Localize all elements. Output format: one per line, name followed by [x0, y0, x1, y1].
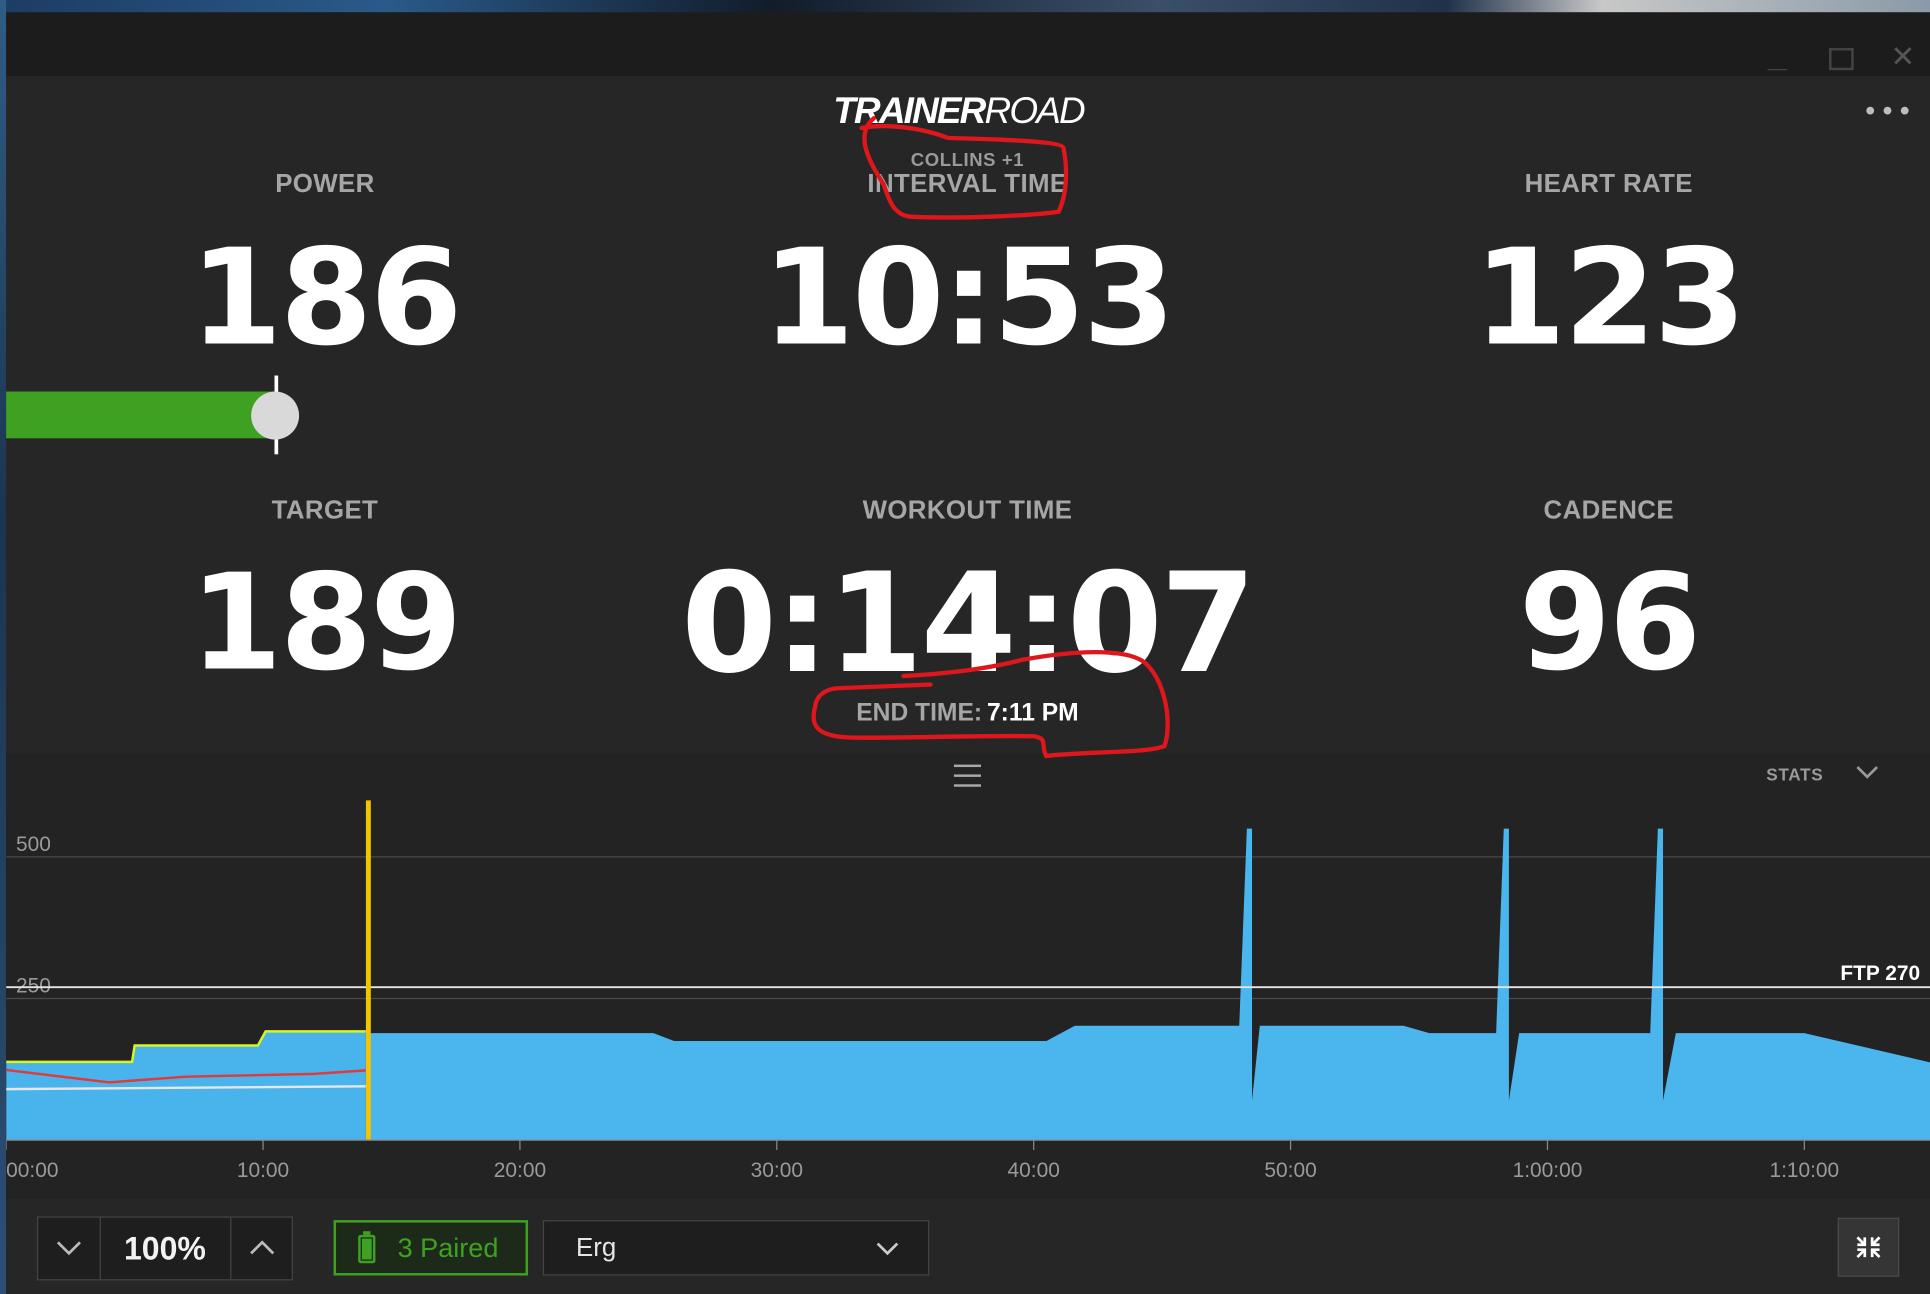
- window-titlebar[interactable]: ✕: [6, 12, 1930, 77]
- power-slider-handle: [251, 391, 300, 440]
- intensity-up-button[interactable]: [230, 1217, 293, 1280]
- chevron-down-icon: [1856, 766, 1879, 779]
- battery-icon: [358, 1231, 376, 1264]
- ftp-label: FTP 270: [1840, 962, 1920, 985]
- menu-icon[interactable]: [953, 764, 982, 787]
- power-value: 186: [189, 221, 463, 376]
- workout-time-value: 0:14:07: [681, 544, 1256, 705]
- mode-select[interactable]: Erg: [542, 1220, 930, 1276]
- x-tick-label: 50:00: [1264, 1159, 1316, 1182]
- trainerroad-logo: TRAINERROAD: [833, 91, 1104, 133]
- cadence-value: 96: [1518, 546, 1702, 701]
- workout-profile-area: [365, 828, 1930, 1141]
- target-label: TARGET: [271, 496, 379, 525]
- target-value: 189: [189, 546, 463, 701]
- end-time-value: 7:11 PM: [986, 699, 1079, 727]
- chevron-down-icon: [876, 1242, 899, 1256]
- chevron-down-icon: [56, 1241, 81, 1256]
- interval-time-label: INTERVAL TIME: [867, 169, 1068, 199]
- chevron-up-icon: [250, 1240, 275, 1255]
- more-options-icon[interactable]: •••: [1862, 99, 1912, 126]
- desktop-background: [0, 0, 1930, 13]
- bottom-toolbar: 100% 3 Paired Erg: [6, 1199, 1930, 1294]
- interval-time-value: 10:53: [762, 221, 1175, 376]
- logo-text-light: ROAD: [984, 91, 1086, 132]
- paired-devices-button[interactable]: 3 Paired: [333, 1220, 529, 1276]
- mode-value: Erg: [576, 1233, 617, 1262]
- x-tick-label: 1:00:00: [1513, 1159, 1583, 1182]
- x-tick-label: 40:00: [1008, 1159, 1060, 1182]
- intensity-down-button[interactable]: [38, 1217, 101, 1280]
- paired-devices-label: 3 Paired: [397, 1232, 499, 1264]
- x-tick-label: 00:00: [6, 1159, 58, 1182]
- stats-toggle[interactable]: STATS: [1766, 765, 1889, 792]
- minimize-icon[interactable]: [1759, 39, 1793, 73]
- intensity-control: 100%: [36, 1216, 293, 1281]
- workout-chart: 500 250 FTP 270 00:00 10:00 20:00 30:00 40:00 50…: [6, 800, 1930, 1200]
- x-tick-label: 30:00: [751, 1159, 803, 1182]
- trainerroad-window: TRAINERROAD COLLINS +1 ••• POWER 186 INT…: [6, 76, 1930, 1294]
- chart-header: STATS: [6, 753, 1930, 801]
- workout-time-label: WORKOUT TIME: [862, 496, 1073, 525]
- end-time: END TIME: 7:11 PM: [783, 699, 1152, 727]
- x-tick-label: 20:00: [494, 1159, 546, 1182]
- logo-text-bold: TRAINER: [833, 91, 986, 132]
- maximize-icon[interactable]: [1823, 39, 1857, 73]
- power-bar-fill: [6, 391, 277, 439]
- x-tick-label: 1:10:00: [1769, 1159, 1839, 1182]
- y-tick-label: 250: [16, 974, 51, 997]
- power-label: POWER: [275, 169, 375, 199]
- cadence-label: CADENCE: [1543, 496, 1674, 525]
- rider-name: COLLINS +1: [910, 150, 1025, 172]
- collapse-icon[interactable]: [1837, 1217, 1900, 1277]
- close-icon[interactable]: ✕: [1886, 39, 1920, 73]
- workout-chart-svg: 500 250 FTP 270 00:00 10:00 20:00 30:00 40:00 50…: [6, 800, 1930, 1182]
- heart-rate-value: 123: [1473, 221, 1747, 376]
- intensity-value: 100%: [124, 1229, 206, 1267]
- heart-rate-label: HEART RATE: [1524, 169, 1693, 199]
- end-time-label: END TIME:: [856, 699, 983, 727]
- x-tick-label: 10:00: [237, 1159, 289, 1182]
- y-tick-label: 500: [16, 833, 51, 856]
- stats-label: STATS: [1766, 764, 1824, 785]
